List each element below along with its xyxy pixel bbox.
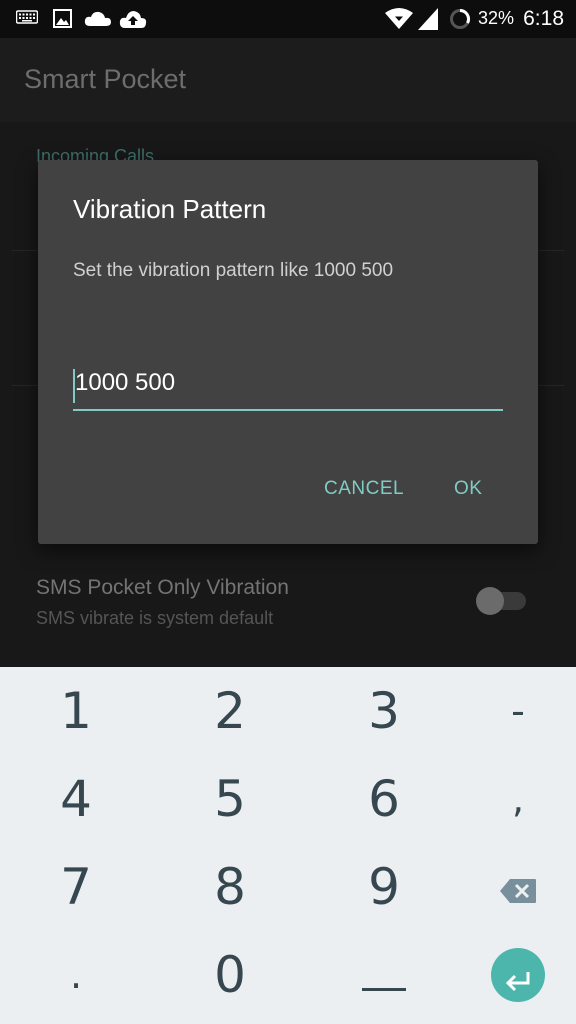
wifi-icon	[385, 8, 413, 35]
key-3[interactable]: 3	[312, 667, 456, 755]
ok-button[interactable]: OK	[454, 478, 482, 500]
onedrive-cloud-icon	[84, 9, 112, 32]
key-6[interactable]: 6	[312, 755, 456, 843]
key-5[interactable]: 5	[158, 755, 302, 843]
enter-button-circle	[491, 948, 545, 1002]
text-cursor	[73, 369, 75, 403]
screen: 32% 6:18 Smart Pocket Incoming Calls SMS…	[0, 0, 576, 1024]
key-comma[interactable]: ,	[446, 755, 576, 843]
space-bar-icon	[362, 946, 406, 1004]
numeric-keyboard: 1 2 3 - 4 5 6 , 7 8 9 . 0	[0, 667, 576, 1024]
sms-pocket-only-vibration-row[interactable]: SMS Pocket Only Vibration SMS vibrate is…	[0, 552, 576, 652]
battery-ring-icon	[449, 8, 471, 35]
app-bar: Smart Pocket	[0, 38, 576, 122]
key-dash[interactable]: -	[446, 667, 576, 755]
battery-percent: 32%	[477, 8, 514, 28]
dialog-title: Vibration Pattern	[73, 194, 267, 224]
key-1[interactable]: 1	[4, 667, 148, 755]
cloud-upload-icon	[119, 9, 147, 34]
sms-toggle-thumb[interactable]	[476, 587, 504, 615]
backspace-icon	[499, 858, 537, 916]
enter-key[interactable]	[446, 931, 576, 1019]
key-4[interactable]: 4	[4, 755, 148, 843]
key-9[interactable]: 9	[312, 843, 456, 931]
enter-arrow-icon	[504, 946, 532, 1004]
key-0[interactable]: 0	[158, 931, 302, 1019]
backspace-key[interactable]	[446, 843, 576, 931]
cancel-button[interactable]: CANCEL	[324, 478, 404, 500]
key-7[interactable]: 7	[4, 843, 148, 931]
vibration-pattern-input[interactable]	[73, 365, 503, 411]
sms-row-title: SMS Pocket Only Vibration	[36, 576, 289, 599]
clock: 6:18	[523, 7, 564, 30]
app-title: Smart Pocket	[24, 64, 187, 94]
sms-row-subtitle: SMS vibrate is system default	[36, 608, 274, 628]
image-icon	[53, 9, 72, 33]
signal-icon	[418, 8, 438, 35]
key-2[interactable]: 2	[158, 667, 302, 755]
keyboard-icon	[15, 9, 39, 30]
key-period[interactable]: .	[4, 931, 148, 1019]
vibration-pattern-dialog: Vibration Pattern Set the vibration patt…	[38, 160, 538, 544]
dialog-message: Set the vibration pattern like 1000 500	[73, 260, 394, 281]
space-key[interactable]	[312, 931, 456, 1019]
status-bar: 32% 6:18	[0, 0, 576, 38]
key-8[interactable]: 8	[158, 843, 302, 931]
